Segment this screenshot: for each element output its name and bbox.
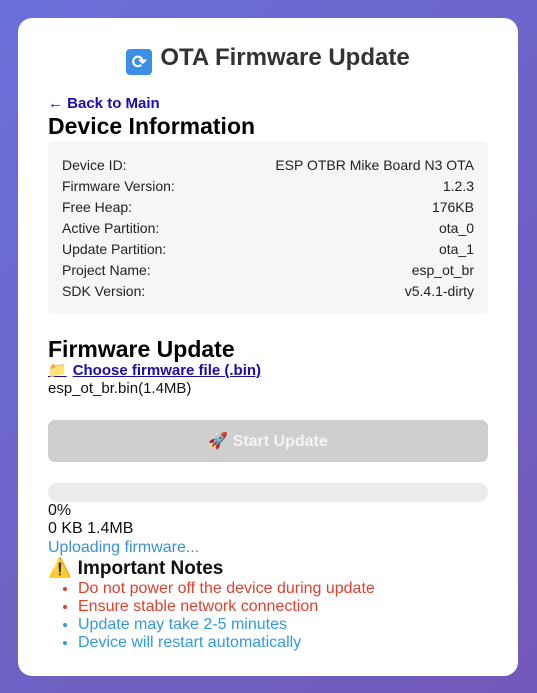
info-row-sdk-version: SDK Version: v5.4.1-dirty	[62, 281, 474, 302]
upload-status-text: Uploading firmware...	[48, 539, 200, 556]
info-value: ESP OTBR Mike Board N3 OTA	[275, 157, 474, 173]
start-update-button[interactable]: 🚀 Start Update	[48, 420, 488, 462]
list-item: Do not power off the device during updat…	[78, 580, 488, 598]
important-notes-title: Important Notes	[77, 558, 224, 579]
list-item: Update may take 2-5 minutes	[78, 616, 488, 634]
firmware-update-heading: Firmware Update	[48, 336, 235, 362]
info-row-firmware-version: Firmware Version: 1.2.3	[62, 176, 474, 197]
ota-card: ⟳ OTA Firmware Update ← Back to Main Devi…	[18, 18, 518, 676]
list-item: Ensure stable network connection	[78, 598, 488, 616]
info-label: Firmware Version:	[62, 178, 175, 194]
choose-firmware-file-button[interactable]: 📁 Choose firmware file (.bin)	[48, 362, 488, 380]
important-notes-heading: ⚠️ Important Notes	[48, 558, 488, 580]
page-title-text: OTA Firmware Update	[160, 44, 410, 71]
device-info-heading: Device Information	[48, 113, 256, 139]
info-value: ota_0	[438, 220, 474, 236]
info-label: Update Partition:	[62, 241, 167, 257]
important-notes-list: Do not power off the device during updat…	[48, 580, 488, 652]
info-value: 176KB	[431, 199, 474, 215]
info-label: Free Heap:	[62, 199, 133, 215]
info-row-device-id: Device ID: ESP OTBR Mike Board N3 OTA	[62, 155, 474, 176]
list-item: Device will restart automatically	[78, 634, 488, 652]
info-row-project-name: Project Name: esp_ot_br	[62, 260, 474, 281]
info-row-active-partition: Active Partition: ota_0	[62, 218, 474, 239]
choose-firmware-label: Choose firmware file (.bin)	[72, 362, 262, 379]
info-label: SDK Version:	[62, 283, 146, 299]
info-label: Active Partition:	[62, 220, 160, 236]
info-value: v5.4.1-dirty	[404, 283, 474, 299]
info-value: esp_ot_br	[411, 262, 474, 278]
info-row-free-heap: Free Heap: 176KB	[62, 197, 474, 218]
device-info-panel: Device ID: ESP OTBR Mike Board N3 OTA Fi…	[48, 141, 488, 314]
info-value: 1.2.3	[442, 178, 474, 194]
page-title: ⟳ OTA Firmware Update	[48, 42, 488, 75]
selected-file-name: esp_ot_br.bin(1.4MB)	[48, 380, 192, 397]
upload-progress-bar	[48, 483, 488, 502]
info-row-update-partition: Update Partition: ota_1	[62, 239, 474, 260]
refresh-icon: ⟳	[126, 49, 153, 75]
progress-percent-text: 0%	[48, 502, 72, 519]
info-value: ota_1	[438, 241, 474, 257]
progress-bytes-text: 0 KB 1.4MB	[48, 520, 134, 537]
warning-icon: ⚠️	[48, 558, 72, 579]
back-to-main-link[interactable]: ← Back to Main	[48, 95, 488, 113]
info-label: Device ID:	[62, 157, 127, 173]
info-label: Project Name:	[62, 262, 151, 278]
folder-icon: 📁	[48, 362, 67, 379]
